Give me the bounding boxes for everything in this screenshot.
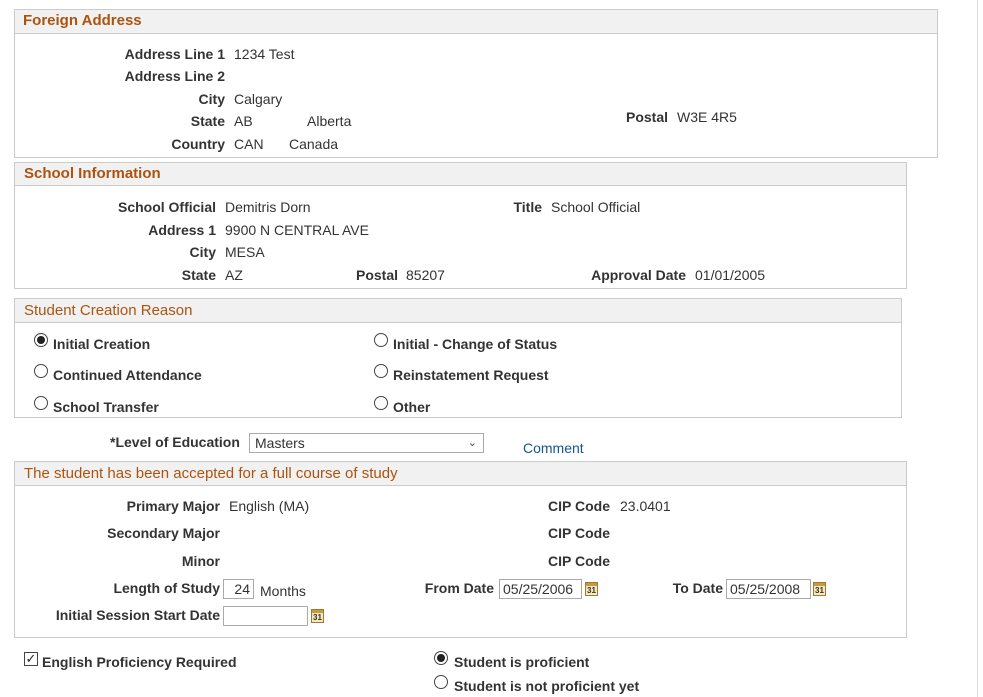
from-date-input[interactable]: 05/25/2006 — [499, 579, 582, 599]
to-date-label: To Date — [672, 580, 723, 596]
input-value: 24 — [234, 581, 250, 597]
country-name-value: Canada — [289, 136, 339, 152]
minor-cip-label: CIP Code — [548, 553, 610, 569]
address-line1-value: 1234 Test — [234, 46, 295, 62]
from-date-label: From Date — [424, 580, 494, 596]
school-city-value: MESA — [225, 244, 265, 260]
radio-label: School Transfer — [53, 399, 159, 415]
approval-date-value: 01/01/2005 — [695, 267, 766, 283]
section-title: The student has been accepted for a full… — [24, 465, 398, 482]
to-date-input[interactable]: 05/25/2008 — [726, 579, 811, 599]
approval-date-label: Approval Date — [591, 267, 686, 283]
city-label: City — [198, 91, 225, 107]
school-information-header: School Information — [15, 163, 906, 186]
radio-button[interactable] — [434, 651, 448, 665]
level-of-education-label: *Level of Education — [110, 434, 240, 450]
radio-label: Other — [393, 399, 431, 415]
radio-button[interactable] — [34, 364, 48, 378]
radio-button[interactable] — [374, 364, 388, 378]
school-state-value: AZ — [225, 267, 243, 283]
length-of-study-label: Length of Study — [113, 580, 220, 596]
primary-major-value: English (MA) — [229, 498, 310, 514]
primary-major-label: Primary Major — [126, 498, 220, 514]
state-label: State — [190, 113, 225, 129]
postal-label: Postal — [625, 109, 668, 125]
secondary-cip-label: CIP Code — [548, 525, 610, 541]
official-title-label: Title — [513, 199, 542, 215]
state-name-value: Alberta — [307, 113, 352, 129]
postal-value: W3E 4R5 — [677, 109, 737, 125]
length-of-study-input[interactable]: 24 — [223, 579, 254, 599]
radio-button[interactable] — [34, 333, 48, 347]
state-code-value: AB — [234, 113, 253, 129]
official-title-value: School Official — [551, 199, 641, 215]
radio-button[interactable] — [34, 396, 48, 410]
course-of-study-header: The student has been accepted for a full… — [15, 462, 906, 486]
select-value: Masters — [255, 435, 305, 451]
country-label: Country — [171, 136, 225, 152]
school-postal-value: 85207 — [406, 267, 445, 283]
foreign-address-header: Foreign Address — [15, 10, 937, 34]
school-official-label: School Official — [117, 199, 216, 215]
secondary-major-label: Secondary Major — [107, 525, 220, 541]
radio-button[interactable] — [374, 396, 388, 410]
radio-button[interactable] — [434, 675, 448, 689]
length-unit: Months — [260, 583, 306, 599]
section-title: Student Creation Reason — [24, 302, 193, 319]
radio-label: Continued Attendance — [53, 367, 202, 383]
radio-label: Student is proficient — [454, 654, 590, 670]
level-of-education-select[interactable]: Masters ⌄ — [249, 433, 484, 453]
input-value: 05/25/2008 — [730, 581, 801, 597]
primary-cip-label: CIP Code — [548, 498, 610, 514]
school-official-value: Demitris Dorn — [225, 199, 311, 215]
session-start-label: Initial Session Start Date — [55, 607, 220, 623]
city-value: Calgary — [234, 91, 283, 107]
school-address1-value: 9900 N CENTRAL AVE — [225, 222, 369, 238]
radio-label: Initial - Change of Status — [393, 336, 558, 352]
calendar-icon[interactable]: 31 — [311, 609, 324, 623]
page-right-border — [977, 0, 978, 697]
section-title: Foreign Address — [23, 12, 142, 29]
minor-label: Minor — [181, 553, 220, 569]
input-value: 05/25/2006 — [503, 581, 574, 597]
country-code-value: CAN — [234, 136, 264, 152]
radio-label: Reinstatement Request — [393, 367, 549, 383]
address-line1-label: Address Line 1 — [124, 46, 225, 62]
english-proficiency-checkbox[interactable]: ✓ — [24, 652, 38, 666]
section-title: School Information — [24, 165, 161, 182]
school-city-label: City — [189, 244, 216, 260]
session-start-input[interactable] — [223, 606, 308, 626]
radio-label: Student is not proficient yet — [454, 678, 640, 694]
radio-button[interactable] — [374, 333, 388, 347]
school-address1-label: Address 1 — [148, 222, 216, 238]
radio-label: Initial Creation — [53, 336, 151, 352]
calendar-icon[interactable]: 31 — [813, 582, 826, 596]
creation-reason-header: Student Creation Reason — [15, 299, 901, 323]
primary-cip-value: 23.0401 — [620, 498, 671, 514]
checkbox-label: English Proficiency Required — [42, 654, 237, 670]
chevron-down-icon: ⌄ — [467, 437, 477, 449]
school-postal-label: Postal — [355, 267, 398, 283]
comment-link[interactable]: Comment — [523, 440, 584, 456]
calendar-icon[interactable]: 31 — [585, 582, 598, 596]
address-line2-label: Address Line 2 — [124, 68, 225, 84]
school-state-label: State — [181, 267, 216, 283]
